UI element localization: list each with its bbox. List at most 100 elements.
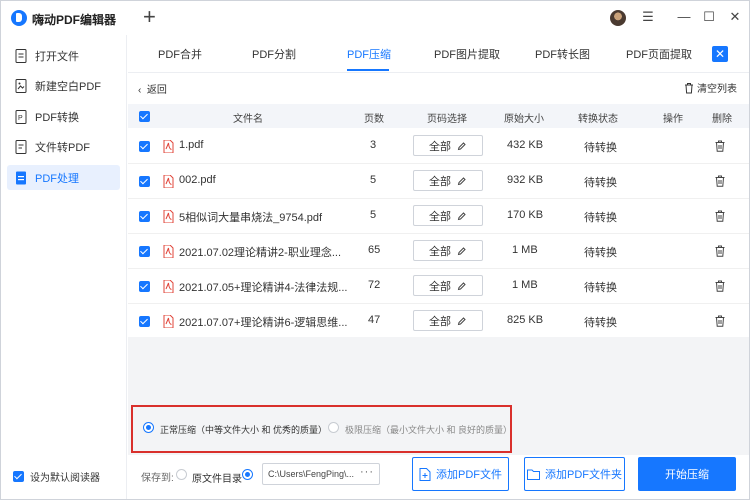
save-path-field[interactable]: C:\Users\FengPing\... ··· (262, 463, 380, 485)
page-select-label: 全部 (429, 210, 451, 223)
sidebar-item-pdf-process[interactable]: PDF处理 (7, 165, 120, 190)
file-name: 5相似词大量串烧法_9754.pdf (179, 212, 323, 224)
clear-list-label: 清空列表 (697, 84, 737, 95)
start-compress-button[interactable]: 开始压缩 (638, 457, 736, 491)
row-checkbox[interactable] (139, 141, 150, 152)
row-checkbox[interactable] (139, 176, 150, 187)
default-reader-checkbox[interactable] (13, 471, 24, 482)
page-count: 47 (368, 314, 381, 326)
tab-pdf-page-extract[interactable]: PDF页面提取 (626, 46, 692, 62)
delete-trash-icon[interactable] (715, 210, 725, 222)
user-avatar[interactable] (610, 10, 626, 26)
original-size: 170 KB (507, 209, 544, 221)
delete-trash-icon[interactable] (715, 315, 725, 327)
original-size: 1 MB (512, 279, 538, 291)
compression-options: 正常压缩（中等文件大小 和 优秀的质量） 极限压缩（最小文件大小 和 良好的质量… (131, 405, 512, 453)
extreme-compress-radio[interactable] (328, 422, 339, 433)
active-tab-indicator (347, 69, 389, 71)
tab-pdf-to-long-image[interactable]: PDF转长图 (535, 46, 590, 62)
row-checkbox[interactable] (139, 281, 150, 292)
page-select-button[interactable]: 全部 (413, 310, 483, 331)
sidebar-item-label: 打开文件 (35, 50, 79, 63)
clear-list-button[interactable]: 清空列表 (684, 80, 737, 95)
convert-status: 待转换 (584, 282, 617, 294)
header-page-select: 页码选择 (427, 114, 467, 125)
browse-path-button[interactable]: ··· (360, 466, 374, 478)
add-pdf-file-button[interactable]: 添加PDF文件 (412, 457, 509, 491)
edit-icon (457, 211, 466, 220)
page-select-button[interactable]: 全部 (413, 135, 483, 156)
save-to-label: 保存到: (141, 473, 174, 484)
pdf-file-icon (163, 140, 174, 153)
delete-trash-icon[interactable] (715, 140, 725, 152)
edit-icon (457, 141, 466, 150)
extreme-compress-label[interactable]: 极限压缩（最小文件大小 和 良好的质量） (345, 423, 512, 436)
header-original-size: 原始大小 (504, 114, 544, 125)
header-action: 操作 (663, 114, 683, 125)
normal-compress-label[interactable]: 正常压缩（中等文件大小 和 优秀的质量） (160, 423, 327, 436)
pdf-file-icon (163, 210, 174, 223)
source-dir-label[interactable]: 原文件目录 (192, 470, 242, 485)
default-reader-label: 设为默认阅读器 (30, 473, 100, 484)
app-title: 嗨动PDF编辑器 (32, 13, 117, 27)
tab-pdf-compress[interactable]: PDF压缩 (347, 46, 391, 62)
pdf-process-icon (16, 171, 26, 184)
tab-pdf-merge[interactable]: PDF合并 (158, 46, 202, 62)
close-button[interactable]: ✕ (724, 7, 746, 27)
maximize-button[interactable]: ☐ (698, 7, 720, 27)
main-panel: PDF合并 PDF分割 PDF压缩 PDF图片提取 PDF转长图 PDF页面提取… (128, 35, 749, 499)
page-count: 65 (368, 244, 381, 256)
row-checkbox[interactable] (139, 316, 150, 327)
menu-icon[interactable]: ☰ (637, 7, 659, 27)
minimize-button[interactable]: — (673, 7, 695, 27)
pdf-file-icon (163, 280, 174, 293)
row-checkbox[interactable] (139, 211, 150, 222)
back-label: 返回 (146, 85, 167, 96)
sidebar-item-new-blank-pdf[interactable]: 新建空白PDF (7, 73, 120, 98)
list-toolbar: ‹ 返回 清空列表 (128, 75, 749, 99)
pdf-file-icon (163, 315, 174, 328)
page-select-button[interactable]: 全部 (413, 170, 483, 191)
delete-trash-icon[interactable] (715, 280, 725, 292)
tab-pdf-image-extract[interactable]: PDF图片提取 (434, 46, 500, 62)
page-select-label: 全部 (429, 140, 451, 153)
delete-trash-icon[interactable] (715, 175, 725, 187)
table-row: 1.pdf 3 全部 432 KB 待转换 (128, 129, 749, 164)
convert-status: 待转换 (584, 212, 617, 224)
default-reader-toggle[interactable]: 设为默认阅读器 (13, 469, 100, 484)
sidebar-item-label: 文件转PDF (35, 141, 90, 154)
page-select-button[interactable]: 全部 (413, 240, 483, 261)
page-select-label: 全部 (429, 280, 451, 293)
edit-icon (457, 281, 466, 290)
file-name: 002.pdf (179, 174, 216, 186)
page-count: 5 (370, 209, 377, 221)
bottom-bar: 保存到: 原文件目录 C:\Users\FengPing\... ··· 添加P… (128, 455, 749, 499)
sidebar-item-label: PDF转换 (35, 111, 79, 124)
title-bar: 嗨动PDF编辑器 + ☰ — ☐ ✕ (1, 1, 749, 35)
original-size: 825 KB (507, 314, 544, 326)
close-panel-icon[interactable]: ✕ (712, 46, 728, 62)
page-select-button[interactable]: 全部 (413, 275, 483, 296)
normal-compress-radio[interactable] (143, 422, 154, 433)
sidebar-item-pdf-convert[interactable]: P PDF转换 (7, 104, 120, 129)
page-count: 5 (370, 174, 377, 186)
new-tab-button[interactable]: + (143, 4, 156, 30)
source-dir-radio[interactable] (176, 469, 187, 480)
add-pdf-folder-button[interactable]: 添加PDF文件夹 (524, 457, 625, 491)
convert-status: 待转换 (584, 177, 617, 189)
header-pages: 页数 (364, 114, 384, 125)
sidebar-item-open-file[interactable]: 打开文件 (7, 43, 120, 68)
select-all-checkbox[interactable] (139, 111, 150, 122)
back-button[interactable]: ‹ 返回 (138, 81, 167, 96)
file-to-pdf-icon (15, 139, 27, 154)
app-window: 嗨动PDF编辑器 + ☰ — ☐ ✕ 打开文件 新建空白PDF P PDF转换 … (0, 0, 750, 500)
delete-trash-icon[interactable] (715, 245, 725, 257)
row-checkbox[interactable] (139, 246, 150, 257)
tab-pdf-split[interactable]: PDF分割 (252, 46, 296, 62)
pdf-file-icon (163, 245, 174, 258)
sidebar-item-file-to-pdf[interactable]: 文件转PDF (7, 134, 120, 159)
page-select-button[interactable]: 全部 (413, 205, 483, 226)
file-open-icon (15, 48, 27, 63)
custom-dir-radio[interactable] (242, 469, 253, 480)
sidebar-item-label: PDF处理 (35, 172, 79, 185)
